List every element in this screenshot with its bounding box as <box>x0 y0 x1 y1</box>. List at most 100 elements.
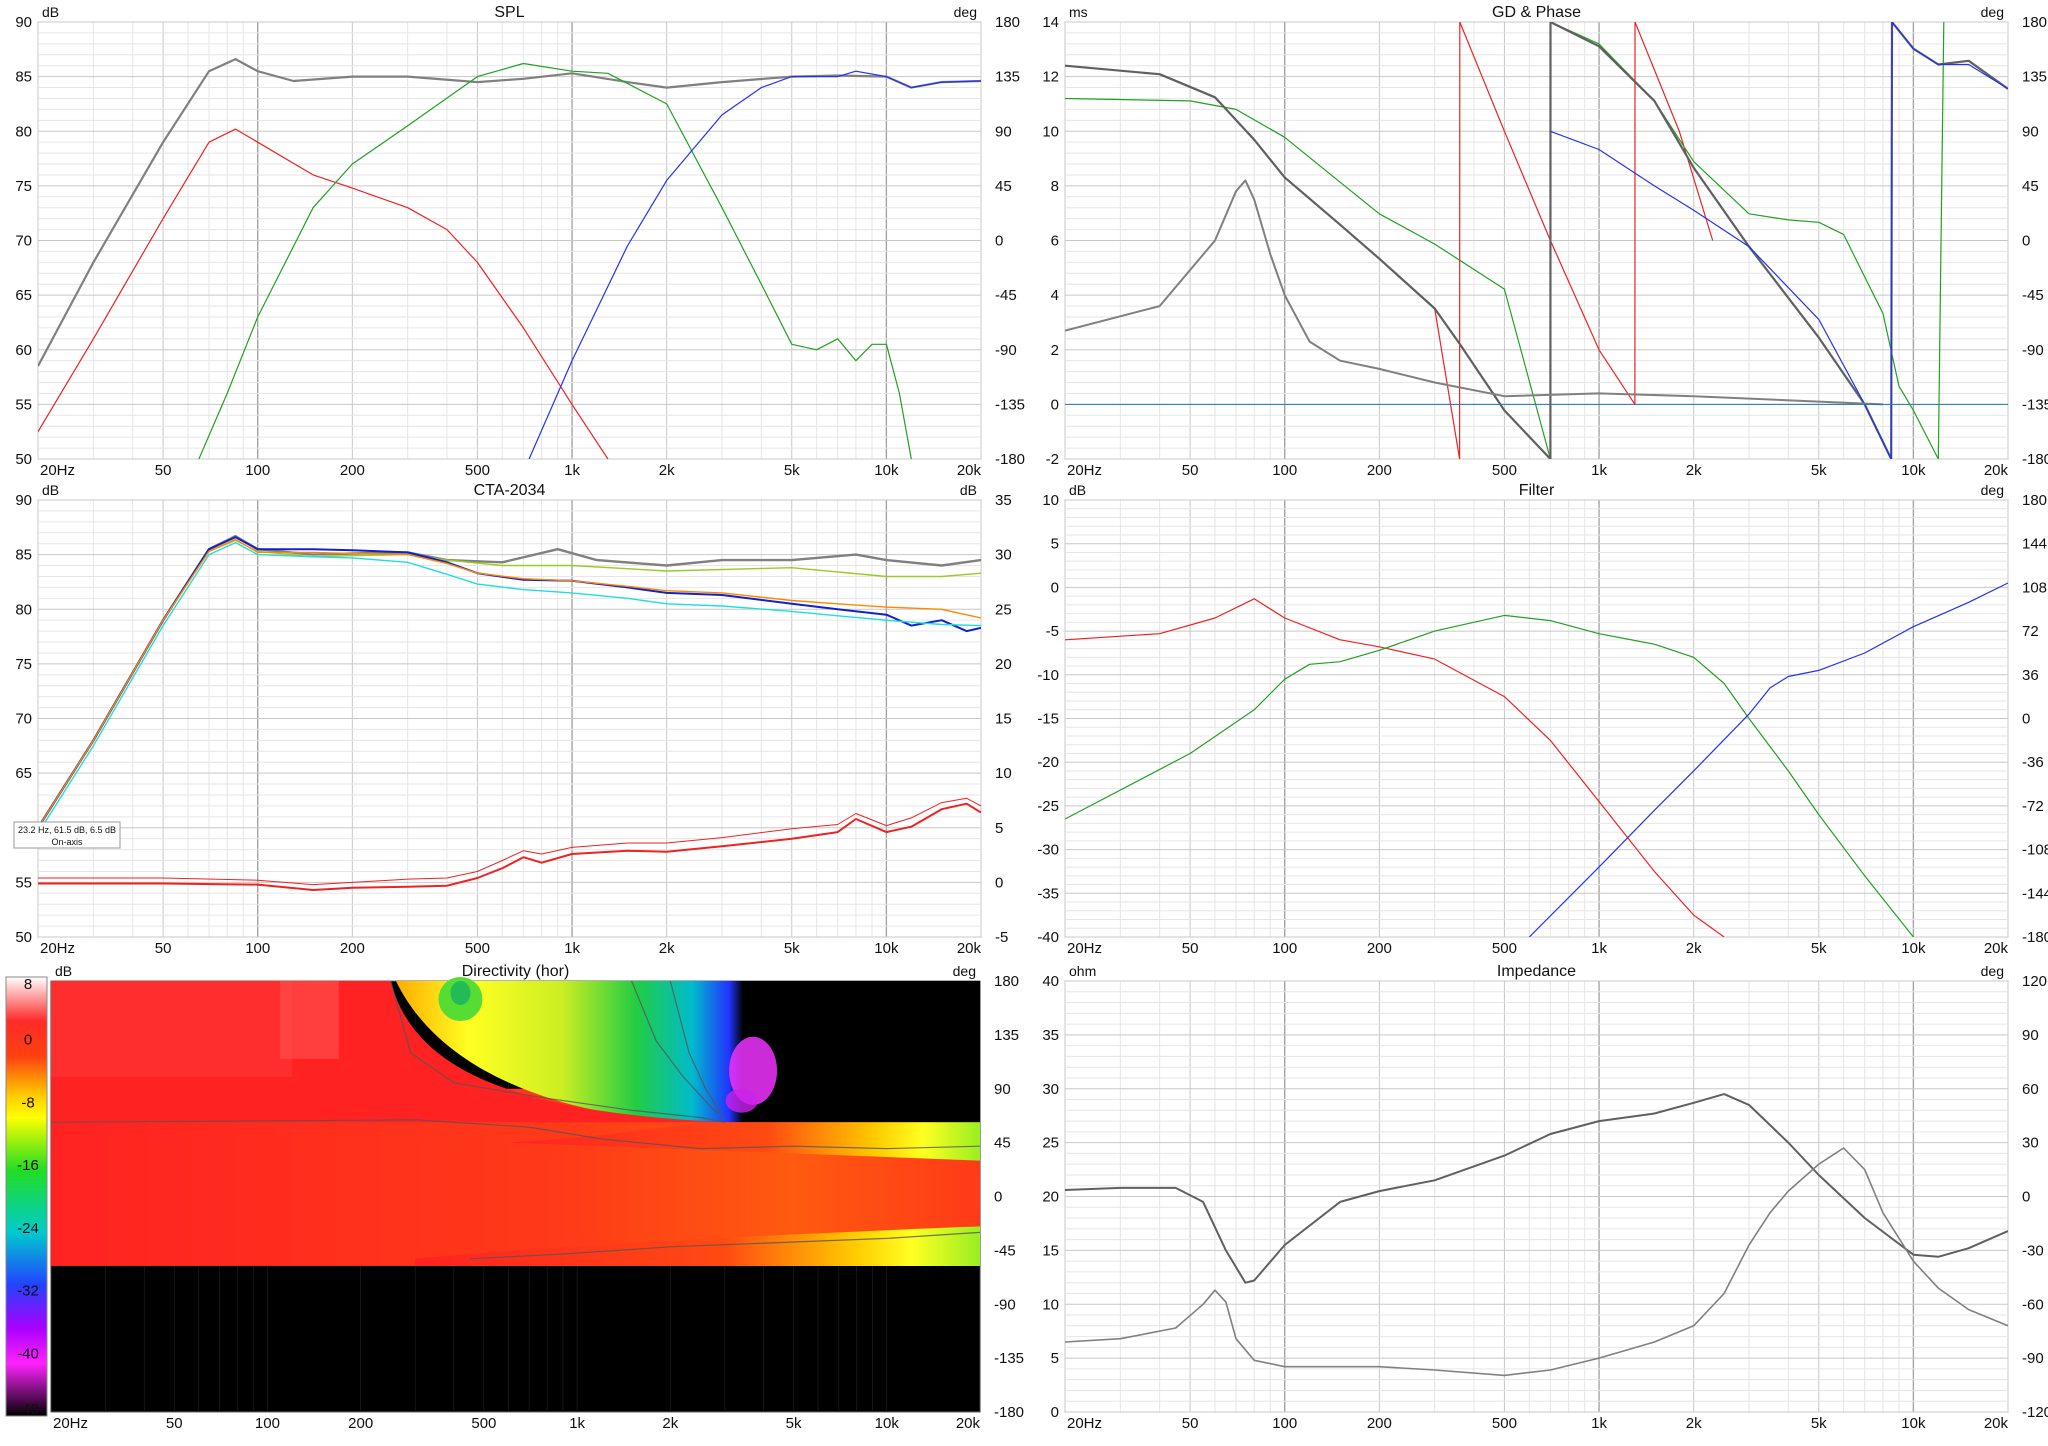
y2-tick-label: 108 <box>2022 579 2047 596</box>
y-tick-label: 65 <box>15 765 32 782</box>
x-tick-label: 50 <box>1182 940 1199 957</box>
grid <box>37 21 982 460</box>
y2-tick-label: -30 <box>2022 1242 2044 1259</box>
y2-tick-label: 135 <box>994 1027 1019 1044</box>
left-axis-unit: dB <box>55 963 72 979</box>
y-tick-label: -35 <box>1037 885 1059 902</box>
heatmap-highlight <box>280 981 339 1059</box>
y2-tick-label: 135 <box>995 69 1020 86</box>
x-tick-label: 2k <box>662 1415 678 1432</box>
colorbar-tick-label: -32 <box>17 1283 39 1300</box>
y-tick-label: 50 <box>15 451 32 468</box>
y-tick-label: 0 <box>1051 396 1059 413</box>
y2-tick-label: -144 <box>2022 885 2048 902</box>
y-tick-label: 5 <box>1051 536 1059 553</box>
right-axis-unit: dB <box>960 482 977 498</box>
right-axis-unit: deg <box>1981 4 2004 20</box>
y-tick-label: 5 <box>1051 1350 1059 1367</box>
x-tick-label: 5k <box>1811 940 1827 957</box>
x-tick-label: 20k <box>1984 940 2009 957</box>
x-tick-label: 5k <box>784 940 800 957</box>
y-tick-label: 0 <box>1051 1404 1059 1421</box>
x-tick-label: 200 <box>1367 1415 1392 1432</box>
grid <box>1064 980 2009 1413</box>
x-tick-label: 1k <box>1591 1415 1607 1432</box>
chart-cta: CTA-2034dB dB20Hz 50 100 200 500 1k 2k 5k 10k 20k5… <box>13 482 1012 957</box>
y2-tick-label: 36 <box>2022 667 2039 684</box>
y-tick-label: -15 <box>1037 711 1059 728</box>
colorbar-tick-label: 8 <box>24 976 32 993</box>
y2-tick-label: -120 <box>2022 1404 2048 1421</box>
y2-tick-label: -72 <box>2022 798 2044 815</box>
y2-tick-label: 180 <box>994 973 1019 990</box>
y2-tick-label: 180 <box>2022 14 2047 31</box>
x-tick-label: 1k <box>569 1415 585 1432</box>
y-tick-label: 60 <box>15 342 32 359</box>
y-tick-label: 80 <box>15 601 32 618</box>
x-tick-label: 50 <box>155 462 172 479</box>
heatmap-blob <box>725 1088 758 1113</box>
right-axis-unit: deg <box>954 4 977 20</box>
y-tick-label: -40 <box>1037 929 1059 946</box>
chart-title: Impedance <box>1497 963 1576 980</box>
y-tick-label: 55 <box>15 396 32 413</box>
y-tick-label: -5 <box>1046 623 1059 640</box>
y2-tick-label: 0 <box>2022 711 2030 728</box>
left-axis-unit: ohm <box>1069 963 1096 979</box>
chart-title: Directivity (hor) <box>462 963 570 980</box>
y-tick-label: 75 <box>15 178 32 195</box>
x-tick-label: 5k <box>1811 1415 1827 1432</box>
y2-tick-label: -90 <box>995 342 1017 359</box>
x-tick-label: 20k <box>957 940 982 957</box>
y-tick-label: 85 <box>15 547 32 564</box>
y-tick-label: 65 <box>15 287 32 304</box>
y-tick-label: 15 <box>1042 1242 1059 1259</box>
x-tick-label: 20Hz <box>53 1415 88 1432</box>
y2-tick-label: -45 <box>995 287 1017 304</box>
x-tick-label: 10k <box>875 1415 900 1432</box>
colorbar-tick-label: -8 <box>21 1094 34 1111</box>
y2-tick-label: 45 <box>2022 178 2039 195</box>
y-tick-label: 8 <box>1051 178 1059 195</box>
y2-tick-label: -180 <box>2022 929 2048 946</box>
x-tick-label: 2k <box>1686 940 1702 957</box>
chart-title: GD & Phase <box>1492 4 1581 21</box>
colorbar-tick-label: -48 <box>17 1401 39 1418</box>
right-axis-unit: deg <box>1981 963 2004 979</box>
y2-tick-label: 135 <box>2022 69 2047 86</box>
y2-tick-label: -180 <box>994 1404 1024 1421</box>
y-tick-label: 75 <box>15 656 32 673</box>
x-tick-label: 500 <box>465 462 490 479</box>
y2-tick-label: -90 <box>2022 1350 2044 1367</box>
heatmap-highlight <box>51 981 292 1077</box>
y-tick-label: 80 <box>15 123 32 140</box>
chart-directivity: Directivity (hor) dB deg 20Hz 50 100 200 500 1k 2… <box>5 963 1024 1432</box>
x-tick-label: 5k <box>784 462 800 479</box>
colorbar-tick-label: -40 <box>17 1345 39 1362</box>
y-tick-label: 50 <box>15 929 32 946</box>
x-tick-label: 200 <box>1367 940 1392 957</box>
y2-tick-label: -45 <box>2022 287 2044 304</box>
x-tick-label: 10k <box>874 940 899 957</box>
y2-tick-label: 72 <box>2022 623 2039 640</box>
x-tick-label: 20k <box>1984 462 2009 479</box>
chart-title: Filter <box>1519 482 1555 499</box>
y2-tick-label: 180 <box>995 14 1020 31</box>
x-tick-label: 50 <box>1182 1415 1199 1432</box>
y-tick-label: 20 <box>1042 1189 1059 1206</box>
y2-tick-label: 0 <box>2022 233 2030 250</box>
y-tick-label: 4 <box>1051 287 1059 304</box>
y2-tick-label: -5 <box>995 929 1008 946</box>
heatmap-spot <box>450 981 471 1005</box>
x-tick-label: 2k <box>659 462 675 479</box>
x-tick-label: 20Hz <box>1067 462 1102 479</box>
y2-tick-label: -60 <box>2022 1296 2044 1313</box>
x-tick-label: 100 <box>245 940 270 957</box>
y-tick-label: 14 <box>1042 14 1059 31</box>
y-tick-label: -25 <box>1037 798 1059 815</box>
y2-tick-label: 0 <box>995 233 1003 250</box>
tooltip-line-2: On-axis <box>51 837 83 847</box>
y2-tick-label: 30 <box>995 547 1012 564</box>
y-tick-label: -30 <box>1037 842 1059 859</box>
y-tick-label: 0 <box>1051 579 1059 596</box>
